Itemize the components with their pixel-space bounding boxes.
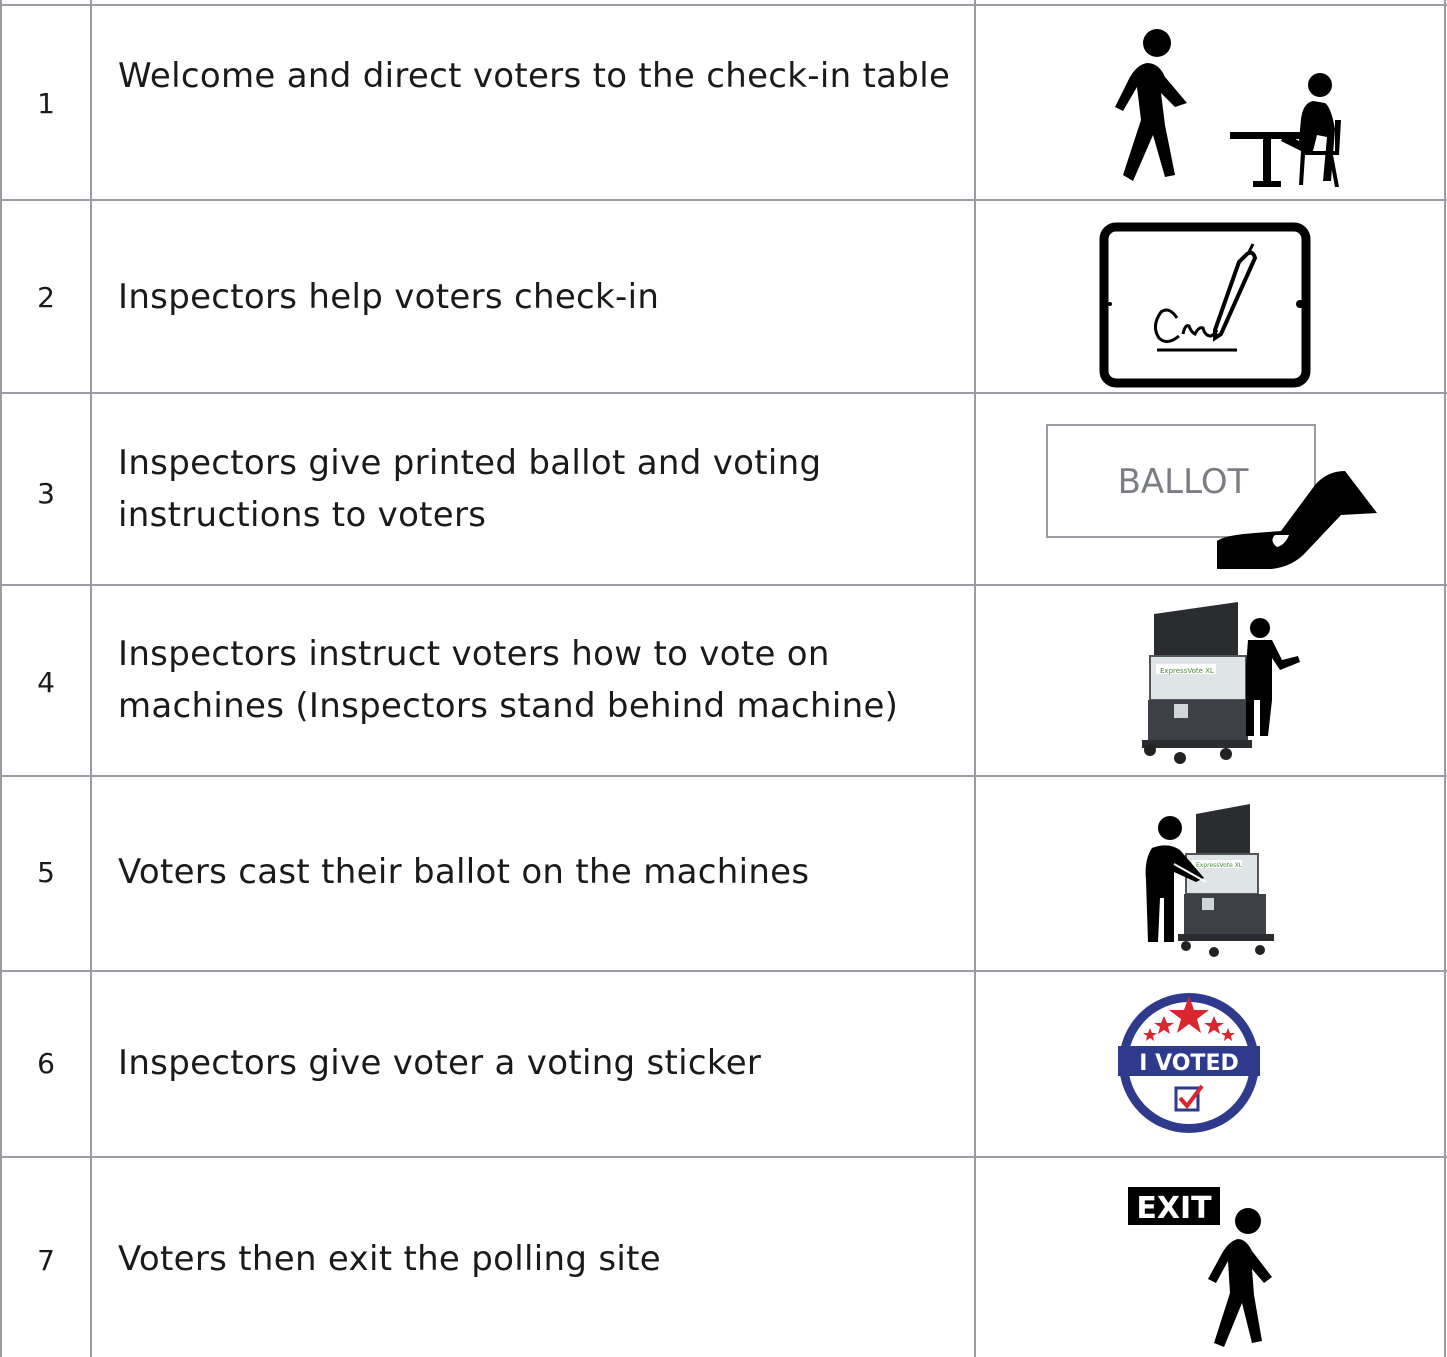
step-text: Inspectors instruct voters how to vote o… [118, 634, 899, 726]
step-number: 2 [37, 281, 55, 314]
table-rule [0, 970, 1447, 972]
step-number: 6 [37, 1047, 55, 1080]
table-rule [1444, 0, 1446, 1357]
step-text: Inspectors help voters check-in [118, 277, 660, 317]
table-rule [0, 4, 1447, 6]
step-number: 1 [37, 87, 55, 120]
step-text: Inspectors give voter a voting sticker [118, 1043, 762, 1083]
step-text: Inspectors give printed ballot and votin… [118, 443, 822, 535]
voter-at-voting-machine-icon: ExpressVote XL [1138, 800, 1288, 965]
tablet-signature-icon [1099, 222, 1311, 388]
svg-text:ExpressVote XL: ExpressVote XL [1196, 862, 1243, 869]
ballot-label: BALLOT [1118, 462, 1249, 502]
table-rule [974, 0, 976, 1357]
step-number: 7 [37, 1244, 55, 1277]
step-text: Welcome and direct voters to the check-i… [118, 56, 951, 96]
table-rule [0, 775, 1447, 777]
svg-text:ExpressVote XL: ExpressVote XL [1160, 667, 1214, 675]
i-voted-sticker-icon: I VOTED [1114, 990, 1264, 1136]
steps-table: 1 Welcome and direct voters to the check… [0, 0, 1447, 1357]
table-rule [0, 199, 1447, 201]
step-text: Voters cast their ballot on the machines [118, 852, 810, 892]
step-number: 3 [37, 477, 55, 510]
step-text: Voters then exit the polling site [118, 1239, 661, 1279]
step-number: 5 [37, 856, 55, 889]
inspector-behind-voting-machine-icon: ExpressVote XL [1140, 600, 1305, 770]
walking-person-to-check-in-desk-icon [1095, 25, 1345, 190]
exit-label: EXIT [1136, 1191, 1212, 1226]
i-voted-label: I VOTED [1139, 1051, 1238, 1076]
table-rule [0, 584, 1447, 586]
exit-sign-person-walking-icon: EXIT [1126, 1185, 1286, 1347]
step-number: 4 [37, 666, 55, 699]
table-rule [0, 1156, 1447, 1158]
hand-giving-ballot-icon: BALLOT [1045, 423, 1381, 575]
table-rule [0, 392, 1447, 394]
